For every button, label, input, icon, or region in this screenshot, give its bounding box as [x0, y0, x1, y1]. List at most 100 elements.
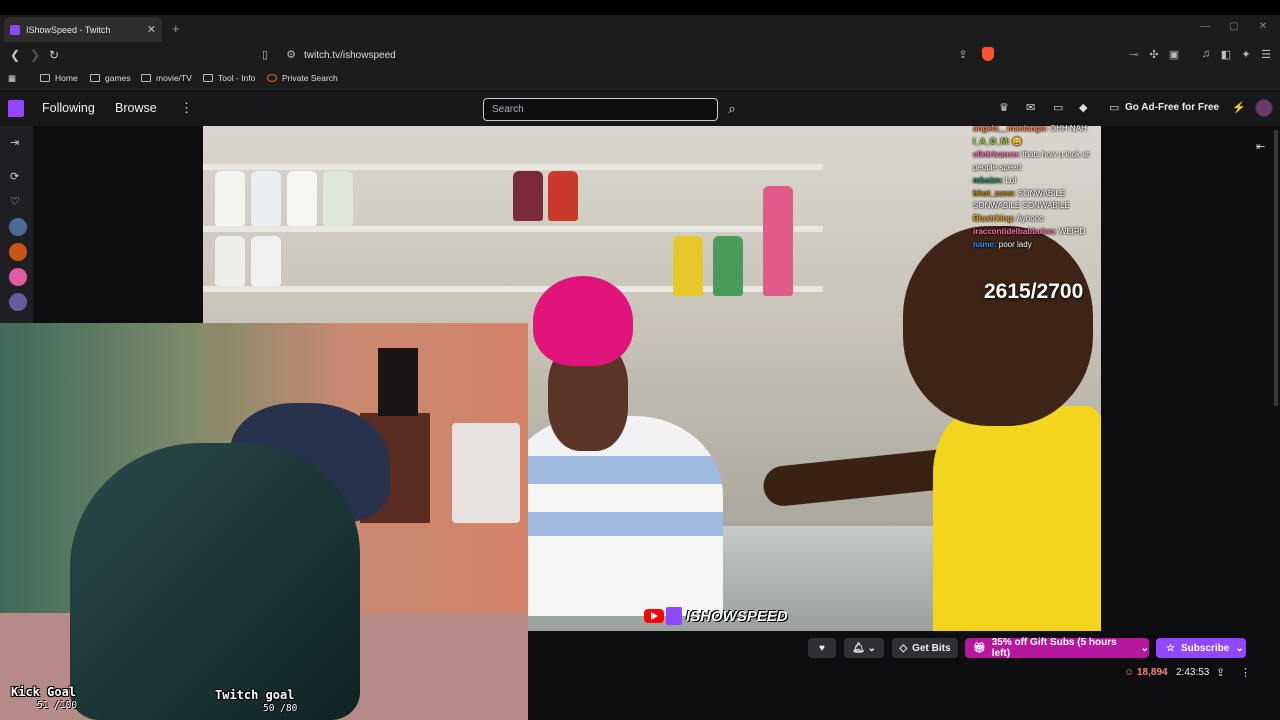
- bookmarks-bar: [0, 68, 1280, 90]
- woman-figure: [533, 276, 633, 366]
- shelf: [203, 164, 823, 170]
- forward-icon[interactable]: ❯: [30, 48, 40, 62]
- share-icon[interactable]: ⇪: [956, 48, 970, 62]
- following-link[interactable]: Following: [42, 101, 95, 115]
- bookmark-label: Tool - Info: [218, 73, 256, 83]
- ad-free-button[interactable]: Go Ad-Free for Free: [1125, 102, 1219, 113]
- bookmark-label: games: [105, 73, 131, 83]
- bottle: [548, 171, 578, 221]
- turbo-icon[interactable]: ⚡: [1232, 101, 1246, 114]
- get-bits-label: Get Bits: [912, 642, 951, 654]
- lamp: [378, 348, 418, 416]
- maximize-icon[interactable]: ▢: [1229, 21, 1238, 32]
- apps-grid-icon[interactable]: ▦: [8, 73, 16, 84]
- whispers-icon[interactable]: ▭: [1053, 101, 1063, 114]
- bookmark-icon[interactable]: ▯: [258, 48, 272, 62]
- kick-goal-value: 51 /100: [37, 700, 78, 711]
- new-tab-icon[interactable]: +: [172, 21, 180, 36]
- folder-icon: [203, 74, 213, 82]
- close-window-icon[interactable]: ✕: [1259, 21, 1267, 32]
- share-icon[interactable]: ⇪: [1216, 666, 1225, 679]
- channel-avatar[interactable]: [9, 243, 27, 261]
- reload-icon[interactable]: ↻: [49, 48, 59, 62]
- search-input[interactable]: Search: [483, 98, 718, 121]
- expand-sidebar-icon[interactable]: ⇥: [10, 136, 19, 149]
- notifications-button[interactable]: 🔔︎ ⌄: [844, 638, 884, 658]
- youtube-logo-icon: [644, 609, 664, 623]
- window-top-strip: [0, 0, 1280, 15]
- chat-text: OHH NAH: [1047, 124, 1087, 133]
- bottle: [513, 171, 543, 221]
- bookmark-games[interactable]: games: [90, 73, 131, 83]
- expand-chat-icon[interactable]: ⇤: [1256, 140, 1265, 153]
- bottle: [251, 171, 281, 226]
- bookmark-private-search[interactable]: Private Search: [267, 73, 338, 83]
- bookmark-label: Home: [55, 73, 78, 83]
- tab-title: IShowSpeed - Twitch: [26, 24, 111, 35]
- twitch-logo-icon[interactable]: [8, 100, 24, 117]
- bits-icon: ◇: [899, 642, 908, 654]
- chat-message: bhut_zano: SONWABILE SONWABILE SONWABILE: [973, 188, 1105, 214]
- chevron-down-icon: ⌄: [1235, 642, 1244, 654]
- sidebar-toggle-icon[interactable]: ◧: [1219, 48, 1233, 62]
- media-icon[interactable]: ♫: [1199, 48, 1213, 62]
- menu-icon[interactable]: ☰: [1259, 48, 1273, 62]
- crown-icon[interactable]: ♛: [999, 101, 1009, 114]
- scrollbar-thumb[interactable]: [1274, 130, 1278, 406]
- leo-ai-icon[interactable]: ✦: [1239, 48, 1253, 62]
- bookmark-home[interactable]: Home: [40, 73, 78, 83]
- chat-text: WEIRD: [1056, 227, 1086, 237]
- bookmark-tool-info[interactable]: Tool - Info: [203, 73, 255, 83]
- bottle: [323, 171, 353, 226]
- sub-goal-counter: 2615/2700: [984, 280, 1084, 303]
- vpn-icon[interactable]: ⊸: [1127, 48, 1141, 62]
- wallet-icon[interactable]: ▣: [1167, 48, 1181, 62]
- browse-link[interactable]: Browse: [115, 101, 157, 115]
- chat-username: c0ntrivance:: [973, 149, 1021, 159]
- bookmark-movie-tv[interactable]: movie/TV: [141, 73, 192, 83]
- minimize-icon[interactable]: —: [1200, 21, 1210, 32]
- ad-free-icon: ▭: [1109, 102, 1120, 114]
- back-icon[interactable]: ❮: [10, 48, 20, 62]
- chat-overlay: angela__manlangu: OHH NAH I_A_O_M: 😄 c0n…: [973, 123, 1105, 252]
- subscribe-button[interactable]: ☆ Subscribe ⌄: [1156, 638, 1246, 658]
- brave-shields-icon[interactable]: [982, 47, 994, 61]
- get-bits-button[interactable]: ◇ Get Bits: [892, 638, 958, 658]
- subscribe-label: Subscribe: [1180, 642, 1230, 654]
- chat-text: 😄: [1009, 136, 1023, 146]
- bookmark-label: movie/TV: [156, 73, 192, 83]
- bookmark-label: Private Search: [282, 73, 338, 83]
- inbox-icon[interactable]: ✉: [1026, 101, 1035, 114]
- recommended-icon[interactable]: ⟳: [10, 170, 19, 183]
- stream-uptime: 2:43:53: [1176, 667, 1210, 678]
- star-icon: ☆: [1166, 642, 1175, 654]
- channel-avatar[interactable]: [9, 268, 27, 286]
- followed-heart-icon[interactable]: ♡: [10, 195, 20, 208]
- chat-message: I_A_O_M: 😄: [973, 136, 1105, 149]
- extensions-icon[interactable]: ✣: [1147, 48, 1161, 62]
- channel-avatar[interactable]: [9, 218, 27, 236]
- close-tab-icon[interactable]: ✕: [147, 23, 156, 36]
- address-input[interactable]: twitch.tv/ishowspeed: [304, 50, 396, 61]
- channel-avatar[interactable]: [9, 293, 27, 311]
- ishowspeed-branding: ISHOWSPEED: [644, 605, 788, 627]
- more-options-icon[interactable]: ⋮: [1240, 666, 1251, 679]
- man-figure: [933, 406, 1101, 631]
- folder-icon: [40, 74, 50, 82]
- trash-bin: [452, 423, 520, 523]
- chat-message: mbaizn: Lol: [973, 175, 1105, 188]
- folder-icon: [141, 74, 151, 82]
- site-info-icon[interactable]: ⚙: [284, 48, 298, 62]
- user-avatar[interactable]: [1255, 99, 1273, 117]
- search-icon[interactable]: ⌕: [722, 98, 742, 121]
- gift-subs-button[interactable]: 🎁︎ 35% off Gift Subs (5 hours left) ⌄: [965, 637, 1149, 659]
- webcam-overlay: Kick Goal 51 /100 Twitch goal 50 /80: [0, 323, 528, 720]
- more-icon[interactable]: ⋮: [180, 100, 193, 116]
- bottle: [215, 236, 245, 286]
- woman-figure: [503, 416, 723, 616]
- twitch-logo-icon: [666, 607, 682, 625]
- bits-icon[interactable]: ◆: [1079, 101, 1087, 114]
- browser-tab[interactable]: IShowSpeed - Twitch ✕: [4, 17, 162, 42]
- address-bar-row: [0, 44, 1280, 68]
- follow-heart-button[interactable]: ♥: [808, 638, 836, 658]
